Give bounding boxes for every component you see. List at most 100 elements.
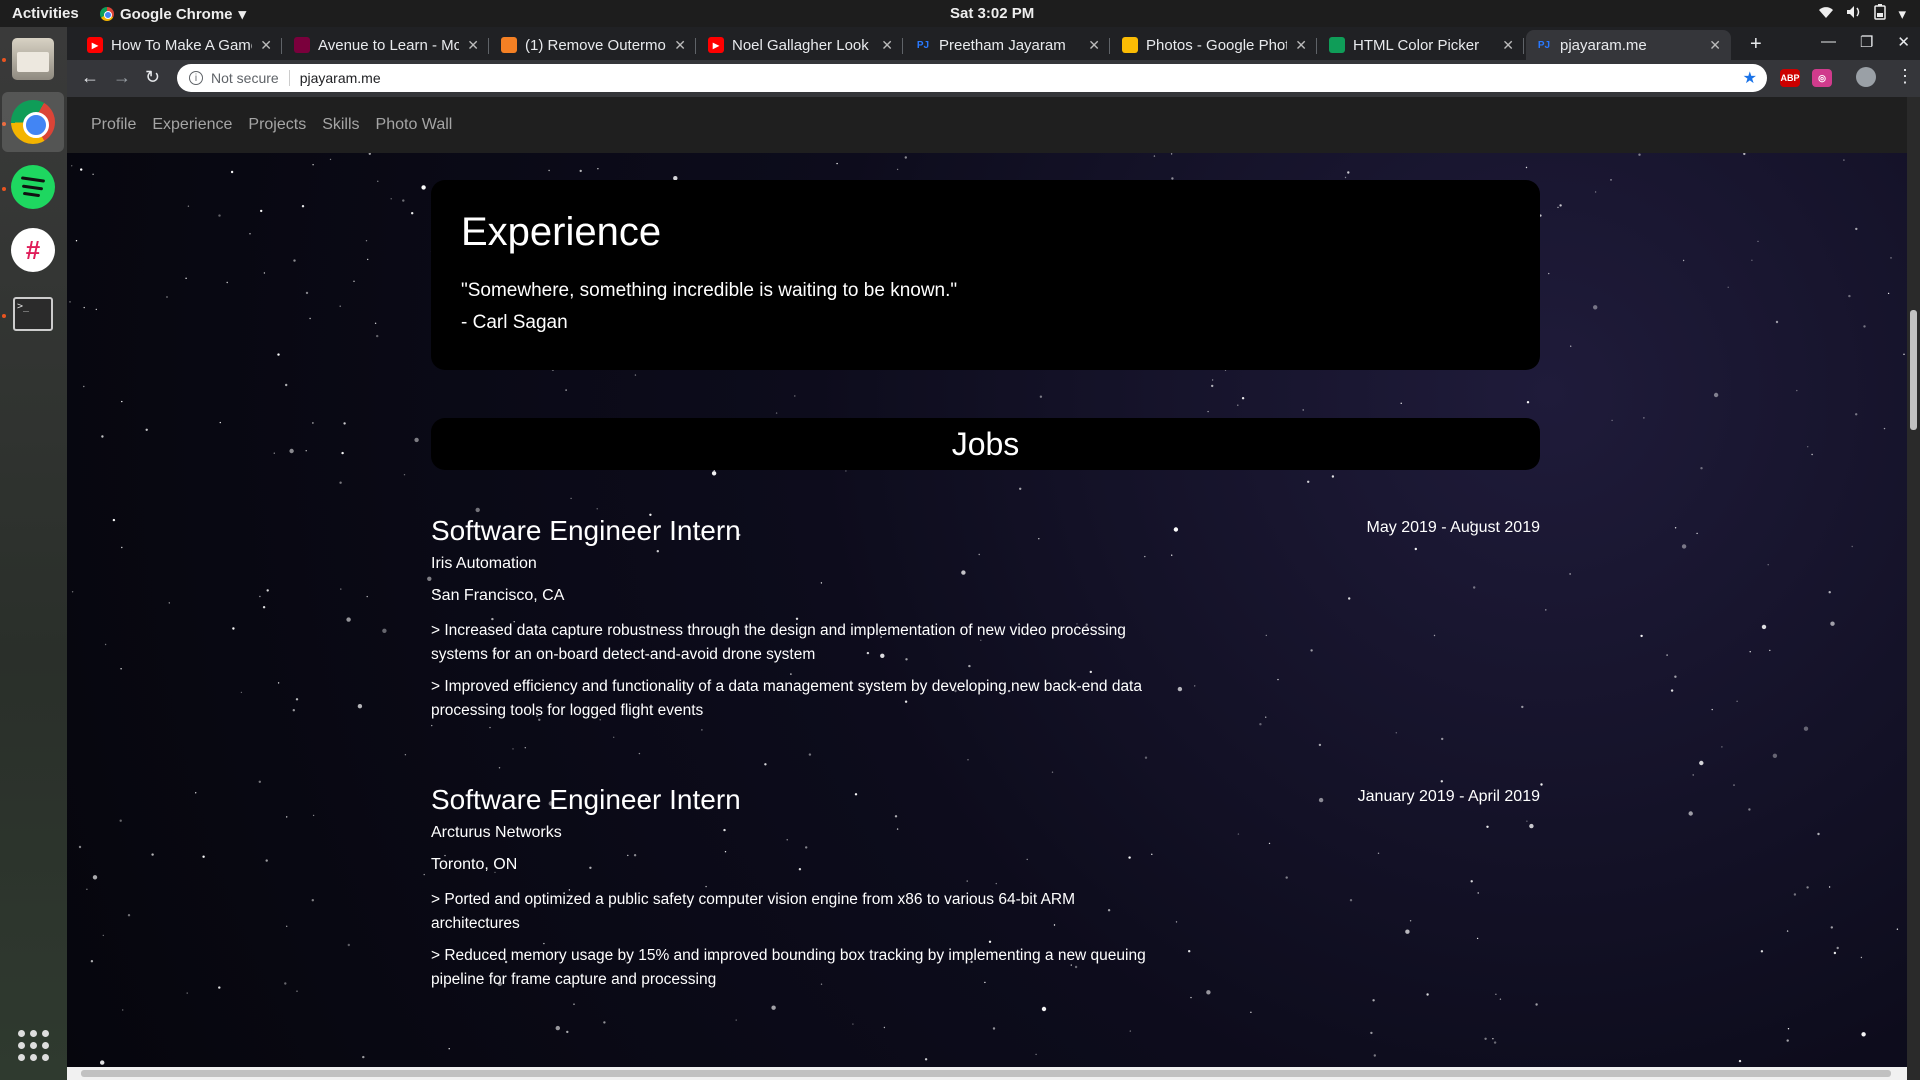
nav-link-projects[interactable]: Projects bbox=[248, 116, 306, 134]
experience-hero-card: Experience "Somewhere, something incredi… bbox=[431, 180, 1540, 370]
dock-spotify[interactable] bbox=[10, 164, 56, 210]
job-company: Iris Automation bbox=[431, 555, 537, 572]
tab-label: Noel Gallagher Look bbox=[732, 36, 869, 54]
horizontal-scrollbar[interactable] bbox=[67, 1067, 1907, 1080]
nav-link-photo-wall[interactable]: Photo Wall bbox=[376, 116, 453, 134]
browser-tab[interactable]: Avenue to Learn - Mc ✕ bbox=[284, 30, 489, 60]
tab-close-icon[interactable]: ✕ bbox=[1088, 37, 1100, 54]
tab-label: (1) Remove Outermo bbox=[525, 36, 666, 54]
app-menu[interactable]: Google Chrome ▾ bbox=[100, 5, 246, 23]
tab-label: Preetham Jayaram bbox=[939, 36, 1066, 54]
job-bullet: > Improved efficiency and functionality … bbox=[431, 678, 1142, 719]
jobs-heading: Jobs bbox=[431, 418, 1540, 470]
adblock-extension-icon[interactable]: ABP bbox=[1780, 69, 1800, 87]
site-navbar: Profile Experience Projects Skills Photo Wal… bbox=[67, 97, 1907, 153]
dock-files[interactable] bbox=[10, 36, 56, 82]
system-top-bar: Activities Google Chrome ▾ Sat 3:02 PM ▾ bbox=[0, 0, 1920, 27]
tab-close-icon[interactable]: ✕ bbox=[1295, 37, 1307, 54]
job-bullet: > Reduced memory usage by 15% and improv… bbox=[431, 947, 1146, 988]
slack-icon: # bbox=[11, 228, 55, 272]
tab-close-icon[interactable]: ✕ bbox=[674, 37, 686, 54]
restore-icon[interactable]: ❐ bbox=[1860, 33, 1873, 51]
profile-avatar[interactable] bbox=[1856, 67, 1876, 87]
colorpicker-icon bbox=[1329, 37, 1345, 53]
new-tab-button[interactable]: + bbox=[1750, 33, 1762, 56]
tab-strip: ▶ How To Make A Game ✕ Avenue to Learn - Mc… bbox=[67, 27, 1920, 60]
youtube-icon: ▶ bbox=[708, 37, 724, 53]
menu-kebab-icon[interactable]: ⋮ bbox=[1896, 66, 1914, 87]
security-status: Not secure bbox=[211, 70, 279, 86]
address-bar[interactable]: i Not secure pjayaram.me ★ bbox=[177, 64, 1767, 92]
volume-icon bbox=[1846, 5, 1862, 23]
avenue-icon bbox=[294, 37, 310, 53]
quote-author: - Carl Sagan bbox=[461, 312, 568, 333]
url-text[interactable]: pjayaram.me bbox=[300, 70, 381, 86]
activities-button[interactable]: Activities bbox=[12, 5, 79, 22]
browser-tab[interactable]: Photos - Google Phot ✕ bbox=[1112, 30, 1317, 60]
spotify-icon bbox=[11, 165, 55, 209]
scroll-thumb[interactable] bbox=[1910, 310, 1917, 430]
reload-icon[interactable]: ↻ bbox=[145, 67, 160, 88]
browser-tab[interactable]: ▶ How To Make A Game ✕ bbox=[77, 30, 282, 60]
chevron-down-icon: ▾ bbox=[238, 6, 247, 23]
pj-icon: PJ bbox=[916, 39, 930, 51]
terminal-icon: >_ bbox=[13, 297, 53, 331]
photos-icon bbox=[1122, 37, 1138, 53]
tab-label: How To Make A Game bbox=[111, 36, 253, 54]
back-icon[interactable]: ← bbox=[81, 67, 99, 88]
tab-close-icon[interactable]: ✕ bbox=[1709, 37, 1721, 54]
tab-close-icon[interactable]: ✕ bbox=[1502, 37, 1514, 54]
quote-text: "Somewhere, something incredible is wait… bbox=[461, 280, 958, 301]
dock-slack[interactable]: # bbox=[10, 227, 56, 273]
job-location: Toronto, ON bbox=[431, 856, 518, 873]
browser-tab[interactable]: PJ pjayaram.me ✕ bbox=[1526, 30, 1731, 60]
job-dates: January 2019 - April 2019 bbox=[1357, 788, 1540, 805]
nav-link-skills[interactable]: Skills bbox=[322, 116, 359, 134]
tab-close-icon[interactable]: ✕ bbox=[260, 37, 272, 54]
browser-tab[interactable]: ▶ Noel Gallagher Look ✕ bbox=[698, 30, 903, 60]
pj-icon: PJ bbox=[1537, 39, 1551, 51]
dock-terminal[interactable]: >_ bbox=[10, 291, 56, 337]
page-viewport: Profile Experience Projects Skills Photo Wal… bbox=[67, 97, 1920, 1080]
minimize-icon[interactable]: — bbox=[1821, 33, 1836, 51]
vertical-scrollbar[interactable] bbox=[1907, 97, 1920, 1080]
app-name: Google Chrome bbox=[120, 5, 233, 23]
browser-tab[interactable]: HTML Color Picker ✕ bbox=[1319, 30, 1524, 60]
scroll-thumb[interactable] bbox=[81, 1070, 1891, 1077]
info-icon[interactable]: i bbox=[189, 71, 203, 85]
browser-window: ▶ How To Make A Game ✕ Avenue to Learn - Mc… bbox=[67, 27, 1920, 1080]
nav-link-profile[interactable]: Profile bbox=[91, 116, 136, 134]
running-indicator bbox=[2, 314, 6, 318]
battery-icon bbox=[1874, 4, 1887, 24]
job-entry: Software Engineer Intern May 2019 - Augus… bbox=[431, 515, 1540, 731]
tab-label: pjayaram.me bbox=[1560, 36, 1647, 54]
job-company: Arcturus Networks bbox=[431, 824, 562, 841]
job-dates: May 2019 - August 2019 bbox=[1366, 519, 1540, 536]
job-bullet: > Ported and optimized a public safety c… bbox=[431, 891, 1076, 932]
clock[interactable]: Sat 3:02 PM bbox=[950, 5, 1034, 22]
stackoverflow-icon bbox=[501, 37, 517, 53]
tab-label: Photos - Google Phot bbox=[1146, 36, 1288, 54]
dock-chrome[interactable] bbox=[2, 92, 64, 152]
extension-icon[interactable]: ◎ bbox=[1812, 69, 1832, 87]
wifi-icon bbox=[1818, 5, 1834, 23]
system-tray[interactable]: ▾ bbox=[1818, 4, 1906, 24]
forward-icon[interactable]: → bbox=[113, 67, 131, 88]
job-bullet: > Increased data capture robustness thro… bbox=[431, 622, 1126, 663]
nav-link-experience[interactable]: Experience bbox=[152, 116, 232, 134]
bookmark-star-icon[interactable]: ★ bbox=[1743, 68, 1757, 88]
show-applications-button[interactable] bbox=[18, 1030, 50, 1062]
browser-tab[interactable]: PJ Preetham Jayaram ✕ bbox=[905, 30, 1110, 60]
running-indicator bbox=[2, 58, 6, 62]
window-controls: — ❐ ✕ bbox=[1821, 33, 1910, 51]
close-icon[interactable]: ✕ bbox=[1897, 33, 1910, 51]
dock: # >_ bbox=[0, 27, 67, 1080]
tab-close-icon[interactable]: ✕ bbox=[881, 37, 893, 54]
files-icon bbox=[12, 38, 54, 80]
browser-toolbar: ← → ↻ i Not secure pjayaram.me ★ ABP ◎ ⋮ bbox=[67, 60, 1920, 97]
tab-label: Avenue to Learn - Mc bbox=[318, 36, 460, 54]
chevron-down-icon: ▾ bbox=[1898, 6, 1906, 23]
tab-close-icon[interactable]: ✕ bbox=[467, 37, 479, 54]
job-location: San Francisco, CA bbox=[431, 587, 565, 604]
browser-tab[interactable]: (1) Remove Outermo ✕ bbox=[491, 30, 696, 60]
